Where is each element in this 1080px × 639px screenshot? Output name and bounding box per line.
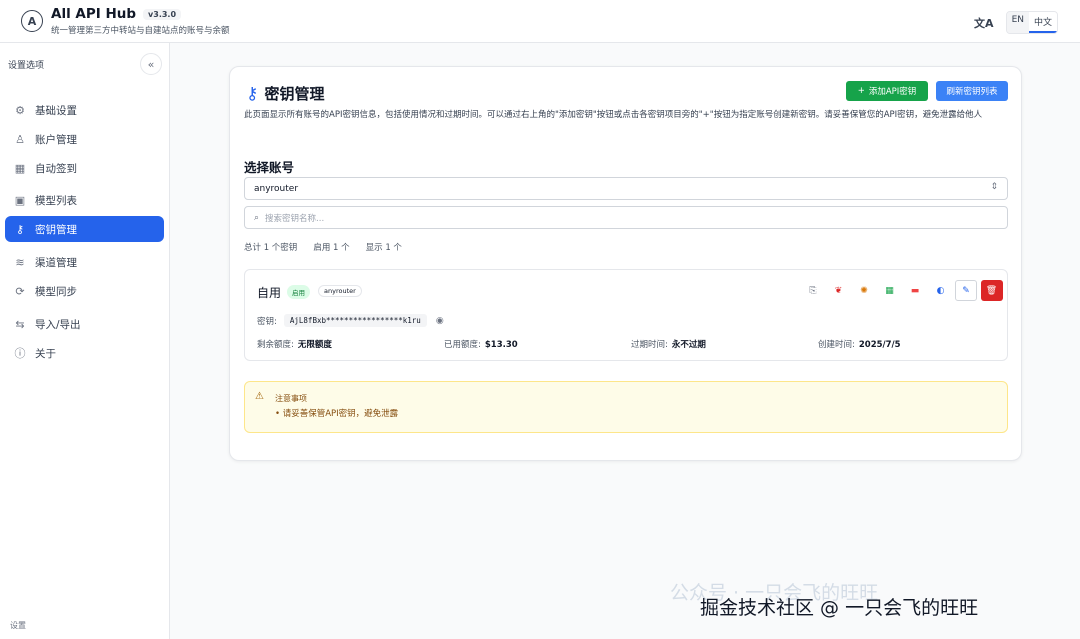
expire-time: 过期时间: 永不过期 xyxy=(631,338,706,350)
copy-icon[interactable]: ⎘ xyxy=(802,280,824,301)
lang-zh-button[interactable]: 中文 xyxy=(1028,12,1057,33)
version-badge: v3.3.0 xyxy=(143,8,182,20)
eye-icon[interactable]: ◉ xyxy=(436,316,444,326)
refresh-keys-button[interactable]: 刷新密钥列表 xyxy=(936,81,1008,101)
collapse-sidebar-button[interactable]: « xyxy=(140,53,162,75)
delete-key-button[interactable]: 🗑 xyxy=(980,280,1003,301)
sidebar-item-auto-checkin[interactable]: ▦ 自动签到 xyxy=(5,155,164,181)
key-management-card: ⚷ 密钥管理 + 添加API密钥 刷新密钥列表 此页面显示所有账号的API密钥信… xyxy=(229,66,1022,461)
info-icon: ⓘ xyxy=(14,347,26,360)
account-select[interactable]: anyrouter ⇕ xyxy=(244,177,1008,200)
key-label: 密钥: xyxy=(257,316,277,327)
warning-icon: ⚠ xyxy=(255,391,264,402)
claude-icon[interactable]: ✺ xyxy=(853,280,875,301)
key-actions: ⎘ ❦ ✺ ▦ ▬ ◐ ✎ 🗑 xyxy=(802,280,1006,301)
page-description: 此页面显示所有账号的API密钥信息，包括使用情况和过期时间。可以通过右上角的"添… xyxy=(244,110,983,120)
watermark: 掘金技术社区 @ 一只会飞的旺旺 xyxy=(700,597,979,619)
chevron-up-down-icon: ⇕ xyxy=(990,182,998,192)
created-time: 创建时间: 2025/7/5 xyxy=(818,338,901,350)
app-header: A All API Hub v3.3.0 统一管理第三方中转站与自建站点的账号与… xyxy=(0,0,1080,43)
app-title: All API Hub xyxy=(51,6,137,22)
stat-enabled: 启用 1 个 xyxy=(313,243,350,253)
notice-box: ⚠ 注意事项 • 请妥善保管API密钥，避免泄露 xyxy=(244,381,1008,433)
sidebar-item-model-sync[interactable]: ⟳ 模型同步 xyxy=(5,278,164,304)
sidebar-item-label: 账户管理 xyxy=(35,133,77,146)
sidebar-item-label: 模型列表 xyxy=(35,194,77,207)
sidebar-item-import-export[interactable]: ⇆ 导入/导出 xyxy=(5,311,164,337)
sidebar-item-label: 基础设置 xyxy=(35,104,77,117)
lang-en-button[interactable]: EN xyxy=(1006,12,1029,33)
sidebar-item-about[interactable]: ⓘ 关于 xyxy=(5,340,164,366)
sidebar-item-label: 导入/导出 xyxy=(35,318,81,331)
used-quota: 已用额度: $13.30 xyxy=(444,338,518,350)
used-quota-value: $13.30 xyxy=(484,340,518,350)
notice-title: 注意事项 xyxy=(275,394,307,403)
add-api-key-label: 添加API密钥 xyxy=(868,87,917,97)
remaining-quota-value: 无限额度 xyxy=(297,340,332,350)
cpu-icon: ▣ xyxy=(14,193,26,207)
refresh-icon: ⟳ xyxy=(15,284,25,298)
app-integration-icon[interactable]: ▦ xyxy=(879,280,901,301)
sidebar-item-channels[interactable]: ≋ 渠道管理 xyxy=(5,249,164,275)
key-list-item: 自用 启用 anyrouter ⎘ ❦ ✺ ▦ ▬ ◐ ✎ 🗑 密钥: AjL8… xyxy=(244,269,1008,361)
language-switch: EN 中文 xyxy=(1005,11,1058,34)
translate-icon[interactable]: 文A xyxy=(974,15,994,31)
sidebar-item-models[interactable]: ▣ 模型列表 xyxy=(5,187,164,213)
sidebar-footer: 设置 xyxy=(10,621,26,630)
account-select-value: anyrouter xyxy=(254,183,299,194)
status-badge: 启用 xyxy=(287,285,310,299)
select-account-heading: 选择账号 xyxy=(244,160,295,175)
sidebar-item-accounts[interactable]: ♙ 账户管理 xyxy=(5,126,164,152)
key-icon: ⚷ xyxy=(246,83,259,104)
sidebar: 设置选项 « ⚙ 基础设置 ♙ 账户管理 ▦ 自动签到 ▣ 模型列表 ⚷ 密钥管… xyxy=(0,43,170,639)
search-placeholder: 搜索密钥名称... xyxy=(265,213,325,224)
edit-key-button[interactable]: ✎ xyxy=(955,280,977,301)
sidebar-item-label: 密钥管理 xyxy=(35,223,77,236)
sidebar-title: 设置选项 xyxy=(8,61,45,71)
created-time-value: 2025/7/5 xyxy=(858,340,901,350)
key-icon: ⚷ xyxy=(15,222,25,236)
stat-total: 总计 1 个密钥 xyxy=(244,243,298,253)
page-title: ⚷ 密钥管理 xyxy=(246,83,324,104)
transfer-icon: ⇆ xyxy=(15,317,25,331)
app-logo-icon: A xyxy=(21,10,43,32)
sidebar-item-label: 渠道管理 xyxy=(35,256,77,269)
remaining-quota: 剩余额度: 无限额度 xyxy=(257,338,332,350)
key-search-input[interactable]: ⌕ 搜索密钥名称... xyxy=(244,206,1008,229)
stat-shown: 显示 1 个 xyxy=(365,243,402,253)
calendar-icon: ▦ xyxy=(14,161,26,175)
export-app-icon[interactable]: ▬ xyxy=(904,280,926,301)
layers-icon: ≋ xyxy=(15,255,25,269)
used-quota-label: 已用额度: xyxy=(444,340,481,350)
key-name: 自用 xyxy=(257,286,282,300)
page-title-text: 密钥管理 xyxy=(264,85,325,103)
gear-icon: ⚙ xyxy=(15,103,25,117)
account-badge: anyrouter xyxy=(318,285,362,297)
expire-time-value: 永不过期 xyxy=(671,340,706,350)
key-stats: 总计 1 个密钥 启用 1 个 显示 1 个 xyxy=(244,241,418,253)
sidebar-item-label: 关于 xyxy=(35,347,56,360)
search-icon: ⌕ xyxy=(254,212,260,223)
client-integration-icon[interactable]: ◐ xyxy=(930,280,952,301)
sidebar-item-label: 模型同步 xyxy=(35,285,77,298)
app-subtitle: 统一管理第三方中转站与自建站点的账号与余额 xyxy=(51,26,230,36)
sidebar-item-label: 自动签到 xyxy=(35,162,77,175)
masked-key-value: AjL8fBxb*****************k1ru xyxy=(283,314,427,327)
sidebar-item-keys[interactable]: ⚷ 密钥管理 xyxy=(5,216,164,242)
cherry-studio-icon[interactable]: ❦ xyxy=(828,280,850,301)
sidebar-item-basic-settings[interactable]: ⚙ 基础设置 xyxy=(5,97,164,123)
add-api-key-button[interactable]: + 添加API密钥 xyxy=(846,81,928,101)
created-time-label: 创建时间: xyxy=(818,340,855,350)
user-icon: ♙ xyxy=(15,132,25,146)
notice-item: • 请妥善保管API密钥，避免泄露 xyxy=(275,409,399,419)
plus-icon: + xyxy=(857,86,865,96)
expire-time-label: 过期时间: xyxy=(631,340,668,350)
key-value-row: 密钥: AjL8fBxb*****************k1ru ◉ xyxy=(257,314,444,327)
brand: All API Hub v3.3.0 统一管理第三方中转站与自建站点的账号与余额 xyxy=(51,6,230,36)
remaining-quota-label: 剩余额度: xyxy=(257,340,294,350)
